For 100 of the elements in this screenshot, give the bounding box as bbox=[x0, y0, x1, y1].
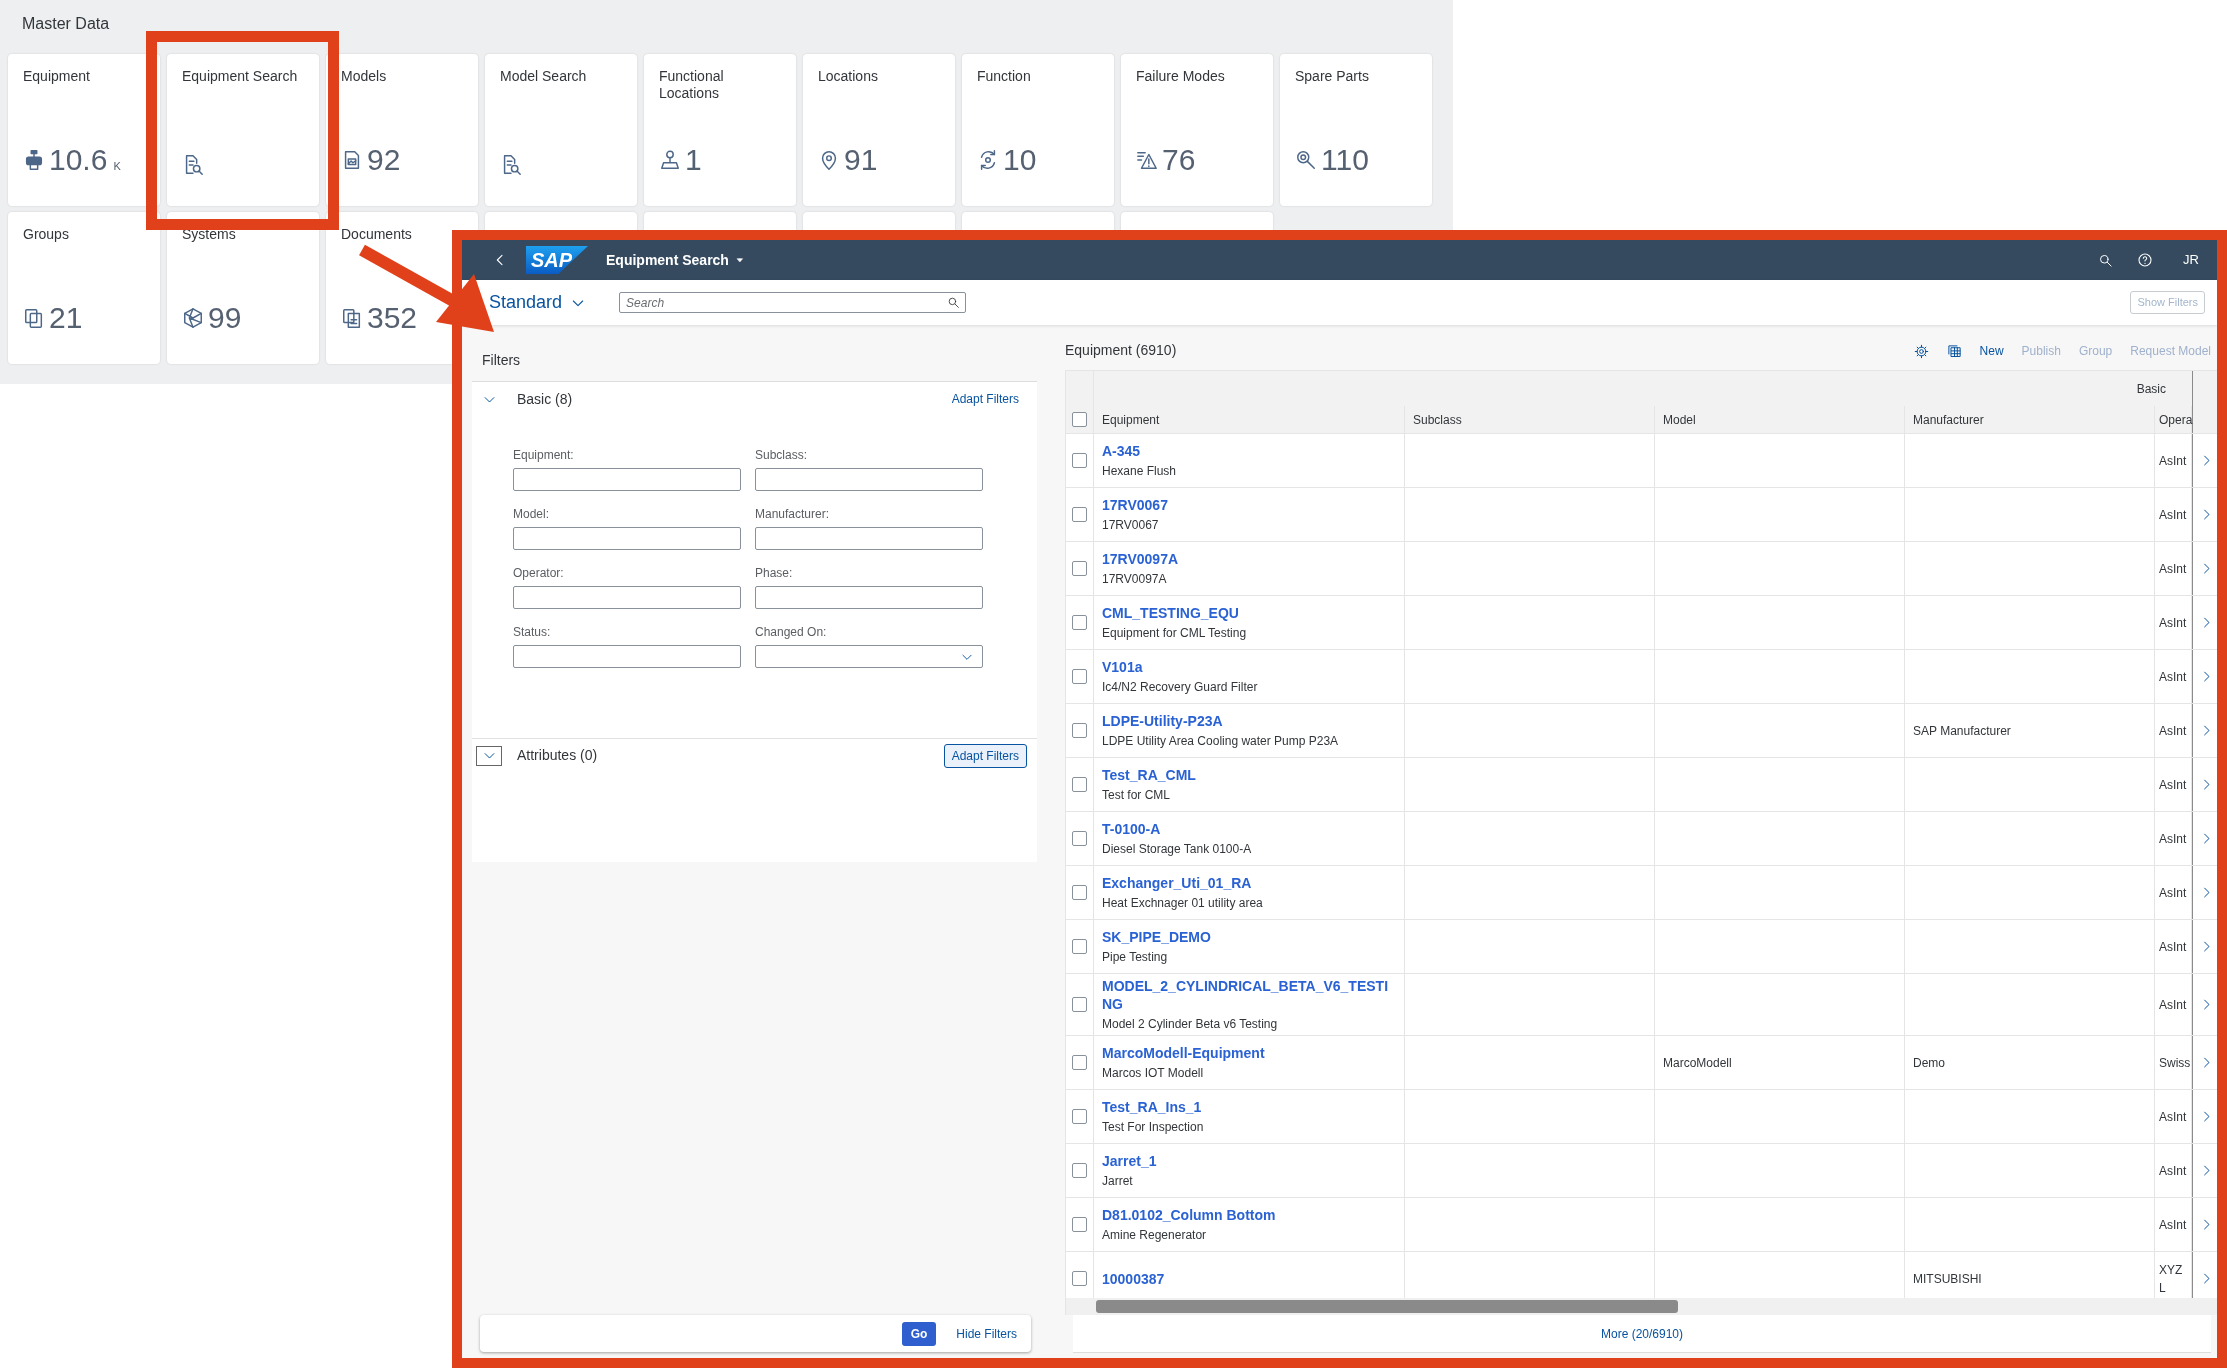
tile-unit: K bbox=[113, 159, 121, 174]
equipment-link[interactable]: Test_RA_Ins_1 bbox=[1102, 1098, 1202, 1116]
table-cell-text: AsInt bbox=[2159, 1216, 2187, 1234]
checkbox[interactable] bbox=[1072, 777, 1087, 792]
toolbar-button[interactable]: New bbox=[1979, 341, 2004, 360]
checkbox[interactable] bbox=[1072, 1109, 1087, 1124]
input-field[interactable] bbox=[755, 527, 983, 550]
scrollbar-thumb[interactable] bbox=[1096, 1300, 1678, 1313]
field-label: Manufacturer: bbox=[755, 506, 830, 523]
column-header[interactable]: Manufacturer bbox=[1913, 410, 1984, 429]
equipment-link[interactable]: Exchanger_Uti_01_RA bbox=[1102, 874, 1252, 892]
description-text: 17RV0097A bbox=[1102, 572, 1167, 587]
column-header[interactable]: Subclass bbox=[1413, 410, 1462, 429]
tile[interactable]: Locations 91 bbox=[803, 54, 955, 206]
tile[interactable]: Function 10 bbox=[962, 54, 1114, 206]
checkbox[interactable] bbox=[1072, 453, 1087, 468]
valve-icon bbox=[23, 149, 45, 171]
description-text: Ic4/N2 Recovery Guard Filter bbox=[1102, 680, 1258, 695]
tile[interactable]: Groups 21 bbox=[8, 212, 160, 364]
field-label: Subclass: bbox=[755, 447, 808, 464]
adapt-filters-button[interactable]: Adapt Filters bbox=[943, 387, 1027, 411]
tile[interactable]: Spare Parts 110 bbox=[1280, 54, 1432, 206]
equipment-link[interactable]: MarcoModell-Equipment bbox=[1102, 1044, 1265, 1062]
input-field[interactable] bbox=[755, 586, 983, 609]
table-cell-text: AsInt bbox=[2159, 938, 2187, 956]
tile[interactable]: Equipment 10.6 K bbox=[8, 54, 160, 206]
variant-selector[interactable]: Standard bbox=[489, 289, 587, 316]
tile-value: 21 bbox=[49, 302, 83, 334]
tile[interactable]: Equipment Search bbox=[167, 54, 319, 206]
equipment-link[interactable]: Test_RA_CML bbox=[1102, 766, 1196, 784]
input-field[interactable] bbox=[513, 645, 741, 668]
tile-title: Model Search bbox=[500, 68, 587, 85]
equipment-link[interactable]: LDPE-Utility-P23A bbox=[1102, 712, 1223, 730]
tile-title: Documents bbox=[341, 226, 412, 243]
help-button[interactable] bbox=[2137, 252, 2153, 268]
tile-title: Locations bbox=[818, 68, 878, 85]
tile-value: 92 bbox=[367, 144, 401, 176]
table-cell-text: AsInt bbox=[2159, 776, 2187, 794]
table-title: Equipment (6910) bbox=[1065, 341, 1177, 360]
expand-toggle[interactable] bbox=[476, 745, 502, 766]
tile-value: 76 bbox=[1162, 144, 1196, 176]
equipment-link[interactable]: 10000387 bbox=[1102, 1269, 1165, 1288]
tile[interactable]: Models 92 bbox=[326, 54, 478, 206]
tile-value: 110 bbox=[1321, 144, 1369, 176]
equipment-link[interactable]: 17RV0067 bbox=[1102, 496, 1168, 514]
checkbox[interactable] bbox=[1072, 1055, 1087, 1070]
description-text: Amine Regenerator bbox=[1102, 1228, 1207, 1243]
column-header[interactable]: Opera bbox=[2159, 410, 2193, 429]
equipment-link[interactable]: Jarret_1 bbox=[1102, 1152, 1157, 1170]
spreadsheet-icon bbox=[1946, 343, 1962, 359]
tile[interactable]: Failure Modes 76 bbox=[1121, 54, 1273, 206]
checkbox[interactable] bbox=[1072, 412, 1087, 427]
input-field[interactable] bbox=[513, 527, 741, 550]
equipment-link[interactable]: T-0100-A bbox=[1102, 820, 1161, 838]
checkbox[interactable] bbox=[1072, 723, 1087, 738]
tile[interactable]: Systems 99 bbox=[167, 212, 319, 364]
equipment-link[interactable]: V101a bbox=[1102, 658, 1143, 676]
tile-title: Systems bbox=[182, 226, 236, 243]
equipment-link[interactable]: CML_TESTING_EQU bbox=[1102, 604, 1239, 622]
dropdown-field[interactable] bbox=[755, 645, 983, 668]
checkbox[interactable] bbox=[1072, 1271, 1087, 1286]
checkbox[interactable] bbox=[1072, 561, 1087, 576]
more-button[interactable]: More (20/6910) bbox=[1594, 1323, 1689, 1344]
horizontal-scrollbar[interactable] bbox=[1065, 1298, 2217, 1315]
checkbox[interactable] bbox=[1072, 507, 1087, 522]
adapt-filters-button[interactable]: Adapt Filters bbox=[943, 743, 1027, 768]
checkbox[interactable] bbox=[1072, 1217, 1087, 1232]
search-field[interactable]: Search bbox=[619, 292, 967, 313]
tile[interactable]: Model Search bbox=[485, 54, 637, 206]
search-icon bbox=[947, 296, 961, 309]
column-header[interactable]: Model bbox=[1663, 410, 1696, 429]
checkbox[interactable] bbox=[1072, 997, 1087, 1012]
equipment-link[interactable]: A-345 bbox=[1102, 442, 1141, 460]
input-field[interactable] bbox=[513, 586, 741, 609]
checkbox[interactable] bbox=[1072, 1163, 1087, 1178]
equipment-link[interactable]: 17RV0097A bbox=[1102, 550, 1179, 568]
column-header[interactable]: Equipment bbox=[1102, 410, 1160, 429]
checkbox[interactable] bbox=[1072, 939, 1087, 954]
equipment-link[interactable]: SK_PIPE_DEMO bbox=[1102, 928, 1211, 946]
tile-title: Equipment Search bbox=[182, 68, 298, 85]
checkbox[interactable] bbox=[1072, 885, 1087, 900]
input-field[interactable] bbox=[755, 468, 983, 491]
checkbox[interactable] bbox=[1072, 831, 1087, 846]
description-text: Marcos IOT Modell bbox=[1102, 1066, 1204, 1081]
go-button[interactable]: Go bbox=[901, 1321, 937, 1346]
hide-filters-button[interactable]: Hide Filters bbox=[956, 1324, 1017, 1343]
checkbox[interactable] bbox=[1072, 615, 1087, 630]
checkbox[interactable] bbox=[1072, 669, 1087, 684]
equipment-link[interactable]: D81.0102_Column Bottom bbox=[1102, 1206, 1276, 1224]
app-title-menu[interactable]: Equipment Search bbox=[606, 249, 745, 271]
tile-value: 352 bbox=[367, 302, 418, 334]
tile-title: Functional Locations bbox=[659, 68, 725, 102]
table-cell-text: Swiss bbox=[2159, 1054, 2191, 1072]
description-text: Hexane Flush bbox=[1102, 464, 1177, 479]
description-text: LDPE Utility Area Cooling water Pump P23A bbox=[1102, 734, 1339, 749]
field-label: Operator: bbox=[513, 565, 564, 582]
tile[interactable]: Functional Locations 1 bbox=[644, 54, 796, 206]
equipment-link[interactable]: MODEL_2_CYLINDRICAL_BETA_V6_TESTING bbox=[1102, 977, 1396, 1013]
search-button[interactable] bbox=[2098, 252, 2113, 268]
input-field[interactable] bbox=[513, 468, 741, 491]
